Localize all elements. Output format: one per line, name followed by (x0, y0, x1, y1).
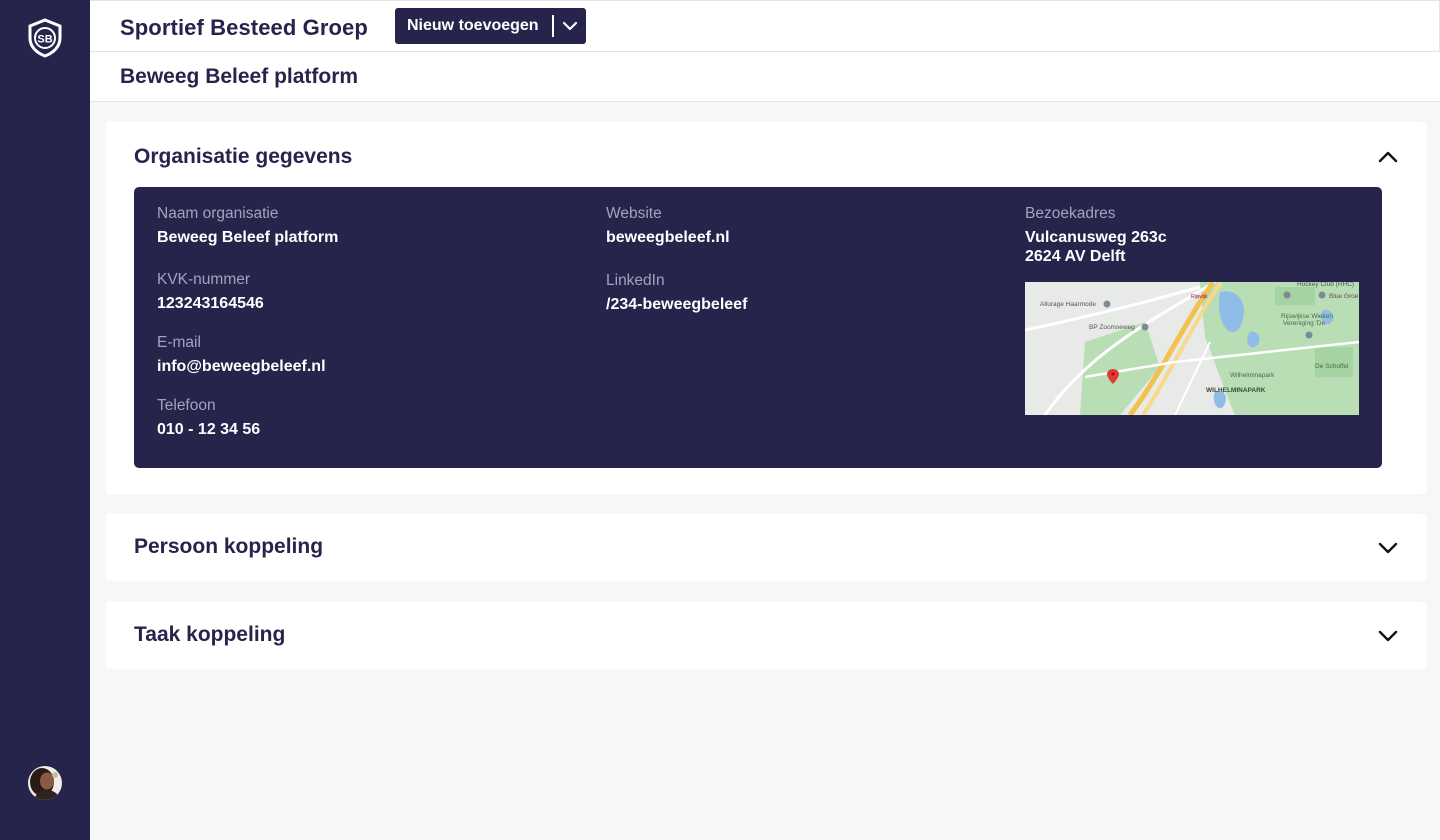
sidebar: SB (0, 0, 90, 840)
field-label: Telefoon (157, 397, 216, 414)
field-value: 010 - 12 34 56 (157, 421, 261, 438)
person-link-card-title: Persoon koppeling (134, 535, 324, 558)
field-value[interactable]: /234-beweegbeleef (606, 295, 747, 314)
field-label: Bezoekadres (1025, 205, 1116, 222)
svg-text:De Schoffel: De Schoffel (1315, 363, 1349, 370)
svg-text:Rijswijkse Wieken: Rijswijkse Wieken (1281, 313, 1333, 320)
field-label: Website (606, 205, 662, 222)
app-title: Sportief Besteed Groep (120, 15, 368, 40)
page-title: Beweeg Beleef platform (120, 65, 359, 88)
organisation-details-panel: Naam organisatie Beweeg Beleef platform … (134, 187, 1382, 468)
organisation-card: Organisatie gegevens Naam organisatie Be… (106, 122, 1427, 494)
svg-text:Vereniging 'De: Vereniging 'De (1283, 320, 1325, 327)
svg-text:Hockey Club (RHC): Hockey Club (RHC) (1297, 282, 1354, 288)
field-email: E-mail info@beweegbeleef.nl (157, 333, 326, 376)
field-value: Vulcanusweg 263c (1025, 229, 1167, 246)
field-label: E-mail (157, 334, 201, 351)
person-link-card[interactable]: Persoon koppeling (106, 514, 1427, 581)
field-value[interactable]: beweegbeleef.nl (606, 228, 730, 247)
location-map[interactable]: Hockey Club (RHC) Blue Groe Allurage Haa… (1025, 282, 1359, 415)
svg-text:Blue Groe: Blue Groe (1329, 293, 1359, 300)
chevron-up-icon[interactable] (1373, 142, 1403, 172)
svg-text:WILHELMINAPARK: WILHELMINAPARK (1206, 387, 1266, 394)
chevron-down-icon[interactable] (1373, 621, 1403, 651)
top-bar: Sportief Besteed Groep Nieuw toevoegen (90, 0, 1440, 52)
field-label: LinkedIn (606, 272, 665, 289)
field-label: Naam organisatie (157, 205, 279, 222)
field-label: KVK-nummer (157, 271, 251, 288)
svg-text:BP Zoomseweg: BP Zoomseweg (1089, 324, 1135, 331)
chevron-down-icon[interactable] (1373, 533, 1403, 563)
field-value[interactable]: info@beweegbeleef.nl (157, 357, 326, 376)
page-header: Beweeg Beleef platform (90, 52, 1440, 102)
svg-text:Wilhelminapark: Wilhelminapark (1230, 372, 1275, 379)
task-link-card-title: Taak koppeling (134, 623, 286, 646)
field-value: 123243164546 (157, 295, 264, 312)
field-website: Website beweegbeleef.nl (606, 204, 730, 247)
field-value: Beweeg Beleef platform (157, 229, 339, 246)
svg-text:Rijswijk: Rijswijk (1191, 294, 1208, 300)
add-new-button-label[interactable]: Nieuw toevoegen (395, 17, 552, 35)
field-visit-address: Bezoekadres Vulcanusweg 263c 2624 AV Del… (1025, 204, 1167, 266)
organisation-card-title: Organisatie gegevens (134, 145, 353, 168)
field-linkedin: LinkedIn /234-beweegbeleef (606, 271, 747, 314)
shield-logo-icon[interactable]: SB (27, 18, 63, 58)
field-phone: Telefoon 010 - 12 34 56 (157, 396, 260, 439)
field-value: 2624 AV Delft (1025, 248, 1126, 265)
field-organisation-name: Naam organisatie Beweeg Beleef platform (157, 204, 338, 247)
chevron-down-icon[interactable] (554, 8, 586, 44)
logo-text: SB (37, 34, 52, 46)
user-avatar[interactable] (28, 766, 62, 800)
task-link-card[interactable]: Taak koppeling (106, 602, 1427, 669)
field-kvk-number: KVK-nummer 123243164546 (157, 270, 264, 313)
svg-text:Allurage Haarmode: Allurage Haarmode (1040, 301, 1096, 308)
add-new-button[interactable]: Nieuw toevoegen (395, 8, 586, 44)
